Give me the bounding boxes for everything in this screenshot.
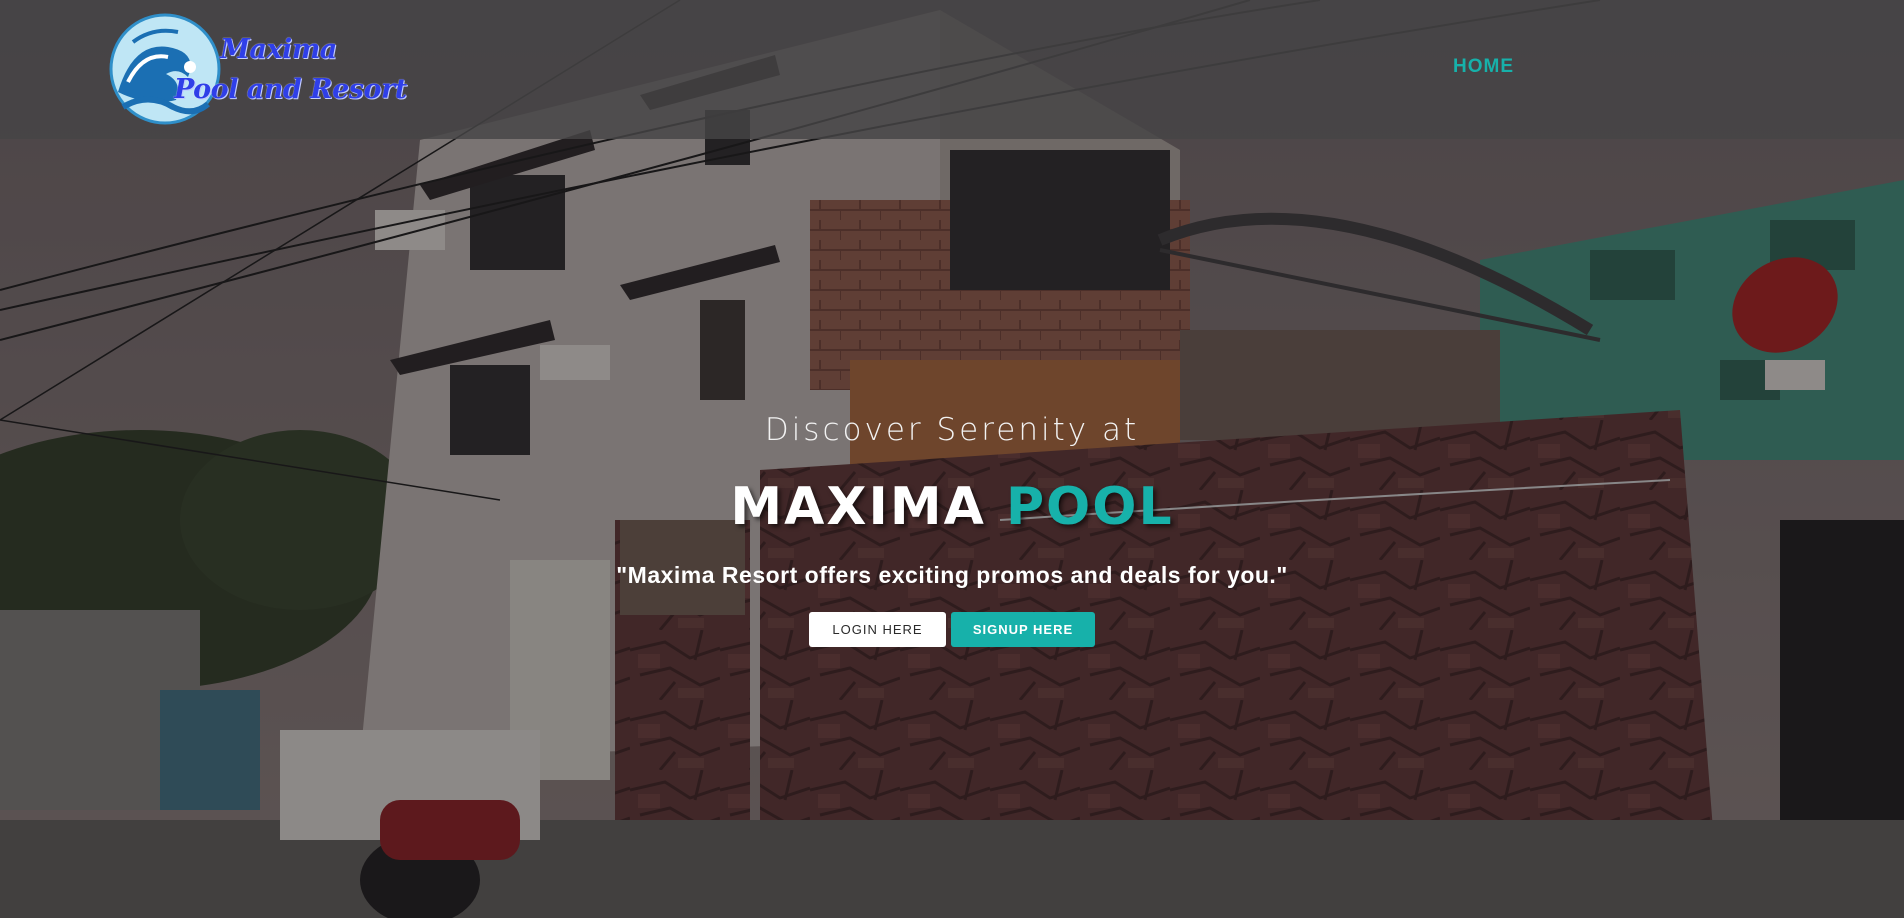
hero-button-group: LOGIN HERE SIGNUP HERE xyxy=(0,612,1904,647)
wave-icon xyxy=(109,13,221,125)
login-button[interactable]: LOGIN HERE xyxy=(809,612,946,647)
hero-pretitle: Discover Serenity at xyxy=(764,412,1140,448)
nav-item-home[interactable]: HOME xyxy=(1453,56,1514,77)
site-logo[interactable]: Maxima Pool and Resort xyxy=(108,12,407,127)
signup-button[interactable]: SIGNUP HERE xyxy=(951,612,1095,647)
site-header: Maxima Pool and Resort HOME xyxy=(0,0,1904,139)
hero-section: Discover Serenity at MAXIMA POOL "Maxima… xyxy=(0,405,1904,647)
hero-title-accent: POOL xyxy=(1005,477,1174,537)
hero-title-main: MAXIMA xyxy=(730,477,986,537)
hero-tagline: "Maxima Resort offers exciting promos an… xyxy=(616,562,1288,588)
landing-page: Maxima Pool and Resort HOME Discover Ser… xyxy=(0,0,1904,918)
main-nav: HOME xyxy=(1453,56,1514,78)
logo-text-pool-and-resort: Pool and Resort xyxy=(174,74,407,105)
logo-text-maxima: Maxima xyxy=(220,34,337,65)
hero-title: MAXIMA POOL xyxy=(0,479,1904,535)
